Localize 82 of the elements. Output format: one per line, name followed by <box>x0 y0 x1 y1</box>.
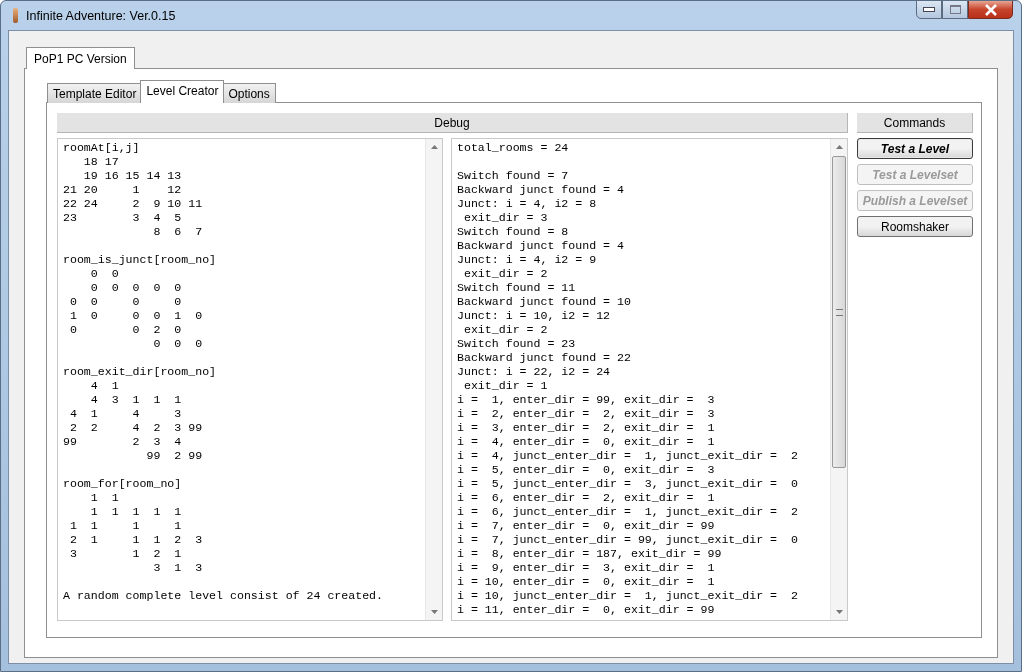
section-header: Commands <box>857 113 973 133</box>
debug-line: Junct: i = 4, i2 = 8 <box>457 197 598 211</box>
scrollbar[interactable] <box>830 139 847 620</box>
debug-line: 99 2 3 4 <box>63 435 183 449</box>
command-button[interactable]: Roomshaker <box>857 216 973 237</box>
text-area[interactable] <box>451 138 848 621</box>
minimize-button[interactable] <box>916 1 942 19</box>
debug-line: Backward junct found = 10 <box>457 295 632 309</box>
debug-line: 22 24 2 9 10 11 <box>63 197 204 211</box>
window-title: Infinite Adventure: Ver.0.15 <box>26 8 176 23</box>
debug-line: Junct: i = 4, i2 = 9 <box>457 253 598 267</box>
debug-line: i = 4, enter_dir = 0, exit_dir = 1 <box>457 435 716 449</box>
debug-line: 0 0 2 0 <box>68 323 183 337</box>
debug-line: Backward junct found = 4 <box>457 239 625 253</box>
command-button[interactable]: Test a Level <box>857 138 973 159</box>
debug-line: Switch found = 11 <box>457 281 577 295</box>
debug-line: i = 11, enter_dir = 0, exit_dir = 99 <box>457 603 716 617</box>
debug-line: roomAt[i,j] <box>63 141 141 155</box>
debug-line: i = 4, junct_enter_dir = 1, junct_exit_dir = 2 <box>457 449 799 463</box>
debug-line: exit_dir = 2 <box>462 323 549 337</box>
debug-line: i = 5, enter_dir = 0, exit_dir = 3 <box>457 463 716 477</box>
debug-line: exit_dir = 2 <box>462 267 549 281</box>
debug-line: 23 3 4 5 <box>63 211 183 225</box>
debug-line: i = 6, enter_dir = 2, exit_dir = 1 <box>457 491 716 505</box>
debug-line: 0 0 0 0 0 <box>89 281 183 295</box>
tab[interactable]: Level Creator <box>140 80 225 103</box>
debug-line: 2 1 1 1 2 3 <box>68 533 204 547</box>
debug-line: 3 1 2 1 <box>68 547 183 561</box>
debug-line: 0 0 0 0 <box>68 295 183 309</box>
debug-line: i = 10, junct_enter_dir = 1, junct_exit_dir = 2 <box>457 589 799 603</box>
debug-line: i = 7, enter_dir = 0, exit_dir = 99 <box>457 519 716 533</box>
tab[interactable]: PoP1 PC Version <box>26 47 135 69</box>
debug-line: 99 2 99 <box>145 449 204 463</box>
debug-line: room_exit_dir[room_no] <box>63 365 218 379</box>
debug-line: Junct: i = 10, i2 = 12 <box>457 309 612 323</box>
debug-line: 3 1 3 <box>152 561 204 575</box>
debug-line: 19 16 15 14 13 <box>82 169 183 183</box>
debug-line: i = 3, enter_dir = 2, exit_dir = 1 <box>457 421 716 435</box>
section-header: Debug <box>57 113 848 133</box>
debug-line: exit_dir = 3 <box>462 211 549 225</box>
maximize-icon <box>949 5 961 14</box>
debug-line: i = 8, enter_dir = 187, exit_dir = 99 <box>457 547 723 561</box>
debug-line: 1 1 1 1 1 <box>89 505 183 519</box>
debug-line: total_rooms = 24 <box>457 141 570 155</box>
debug-line: exit_dir = 1 <box>462 379 549 393</box>
debug-line: 1 0 0 0 1 0 <box>68 309 204 323</box>
debug-line: Backward junct found = 4 <box>457 183 625 197</box>
debug-line: Backward junct found = 22 <box>457 351 632 365</box>
debug-line: 0 0 0 <box>152 337 204 351</box>
debug-line: room_is_junct[room_no] <box>63 253 218 267</box>
debug-line: i = 10, enter_dir = 0, exit_dir = 1 <box>457 575 716 589</box>
debug-line: Junct: i = 22, i2 = 24 <box>457 365 612 379</box>
minimize-icon <box>923 7 935 12</box>
scroll-thumb[interactable] <box>832 156 846 468</box>
maximize-button[interactable] <box>942 1 968 19</box>
scrollbar[interactable] <box>425 139 442 620</box>
debug-line: i = 1, enter_dir = 99, exit_dir = 3 <box>457 393 716 407</box>
debug-line: Switch found = 23 <box>457 337 577 351</box>
tab[interactable]: Template Editor <box>47 83 143 103</box>
tab[interactable]: Options <box>222 83 276 103</box>
debug-line: 21 20 1 12 <box>63 183 183 197</box>
close-icon <box>983 3 998 16</box>
debug-line: i = 7, junct_enter_dir = 99, junct_exit_dir = 0 <box>457 533 799 547</box>
debug-line: 1 1 <box>89 491 120 505</box>
debug-line: Switch found = 7 <box>457 169 570 183</box>
debug-line: 8 6 7 <box>152 225 204 239</box>
debug-line: 0 0 <box>89 267 120 281</box>
debug-line: Switch found = 8 <box>457 225 570 239</box>
debug-line: 18 17 <box>82 155 120 169</box>
debug-line: 4 1 <box>89 379 120 393</box>
debug-line: 4 1 4 3 <box>68 407 183 421</box>
close-button[interactable] <box>968 1 1013 19</box>
debug-line: 4 3 1 1 1 <box>89 393 183 407</box>
debug-line: i = 9, enter_dir = 3, exit_dir = 1 <box>457 561 716 575</box>
debug-line: room_for[room_no] <box>63 477 183 491</box>
debug-line: 1 1 1 1 <box>68 519 183 533</box>
debug-line: 2 2 4 2 3 99 <box>68 421 204 435</box>
debug-line: i = 2, enter_dir = 2, exit_dir = 3 <box>457 407 716 421</box>
grip-icon <box>835 308 843 316</box>
debug-line: i = 6, junct_enter_dir = 1, junct_exit_dir = 2 <box>457 505 799 519</box>
debug-line: i = 5, junct_enter_dir = 3, junct_exit_dir = 0 <box>457 477 799 491</box>
debug-line: A random complete level consist of 24 created. <box>63 589 385 603</box>
